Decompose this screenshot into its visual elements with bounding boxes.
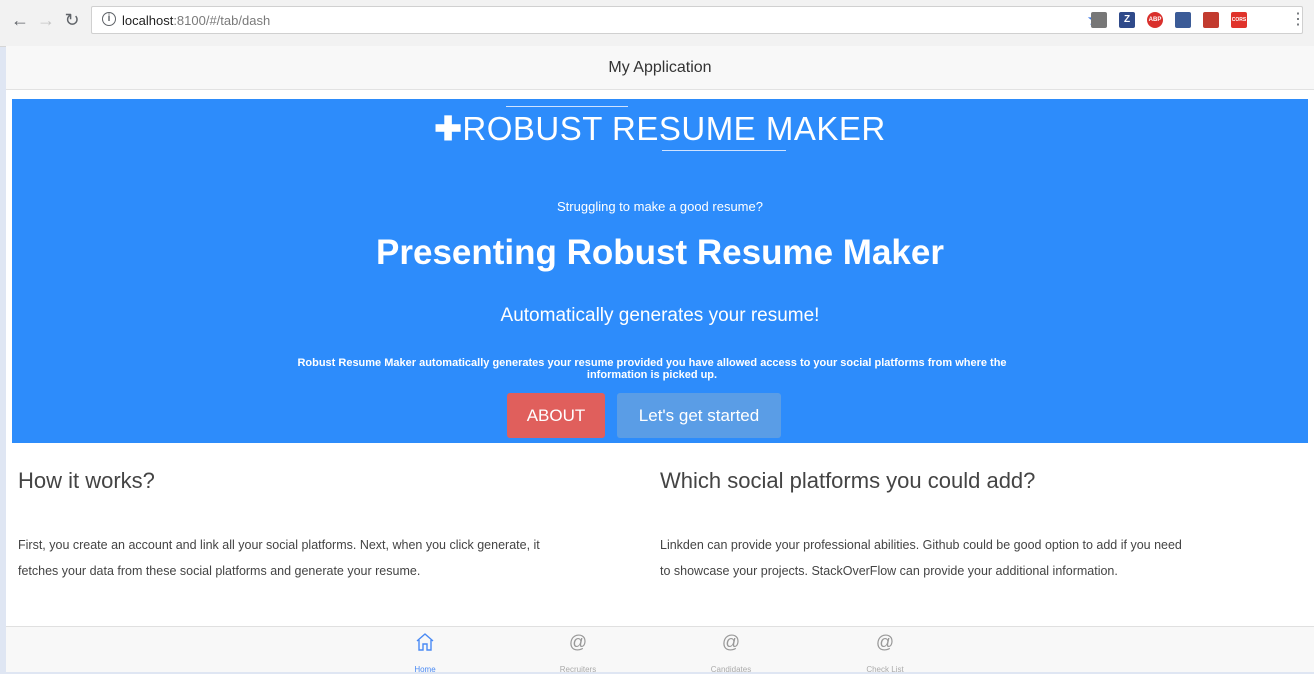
- back-arrow-icon[interactable]: ←: [10, 10, 30, 30]
- browser-toolbar: ← → ↻ i localhost:8100/#/tab/dash ★ Z AB…: [0, 0, 1314, 47]
- url-text: localhost:8100/#/tab/dash: [122, 13, 270, 28]
- section-line: fetches your data from these social plat…: [18, 564, 421, 578]
- at-sign-icon: @: [721, 632, 741, 652]
- get-started-button[interactable]: Let's get started: [617, 393, 781, 438]
- section-text: First, you create an account and link al…: [18, 532, 540, 584]
- info-icon[interactable]: i: [102, 12, 116, 26]
- brand-title: ✚ROBUST RESUME MAKER: [12, 109, 1308, 149]
- app-header: My Application: [6, 46, 1314, 90]
- url-host: localhost: [122, 13, 174, 28]
- zotero-icon[interactable]: Z: [1119, 12, 1135, 28]
- section-line: Linkden can provide your professional ab…: [660, 538, 1182, 552]
- tagline: Struggling to make a good resume?: [557, 199, 763, 214]
- plus-icon: ✚: [434, 110, 463, 147]
- tab-label: Check List: [866, 665, 904, 674]
- menu-dots-icon[interactable]: ⋮: [1288, 10, 1308, 30]
- brand-text: ROBUST RESUME MAKER: [462, 110, 886, 147]
- pocket-icon[interactable]: [1091, 12, 1107, 28]
- hero-banner: ✚ROBUST RESUME MAKER Struggling to make …: [12, 99, 1308, 443]
- url-path: :8100/#/tab/dash: [173, 13, 271, 28]
- at-sign-icon: @: [875, 632, 895, 652]
- hero-description: Robust Resume Maker automatically genera…: [297, 357, 1007, 381]
- section-title: Which social platforms you could add?: [660, 468, 1036, 493]
- subheadline: Automatically generates your resume!: [500, 305, 820, 326]
- tab-label: Home: [414, 665, 436, 674]
- brand-decor-line: [662, 150, 786, 151]
- tab-check-list[interactable]: @ Check List: [835, 631, 935, 674]
- tab-bar: Home @ Recruiters @ Candidates @ Check L…: [6, 626, 1314, 674]
- about-button[interactable]: ABOUT: [507, 393, 605, 438]
- cors-icon[interactable]: CORS: [1231, 12, 1247, 28]
- tab-label: Candidates: [710, 665, 752, 674]
- brand-decor-line: [506, 106, 628, 107]
- tab-home[interactable]: Home: [375, 631, 475, 674]
- section-title: How it works?: [18, 468, 155, 493]
- home-icon: [375, 631, 475, 655]
- section-text: Linkden can provide your professional ab…: [660, 532, 1182, 584]
- tab-label: Recruiters: [559, 665, 597, 674]
- headline: Presenting Robust Resume Maker: [376, 233, 944, 272]
- app-window: My Application ✚ROBUST RESUME MAKER Stru…: [6, 46, 1314, 674]
- section-line: to showcase your projects. StackOverFlow…: [660, 564, 1118, 578]
- tab-candidates[interactable]: @ Candidates: [681, 631, 781, 674]
- reload-icon[interactable]: ↻: [62, 10, 82, 30]
- at-sign-icon: @: [568, 632, 588, 652]
- abp-icon[interactable]: ABP: [1147, 12, 1163, 28]
- section-line: First, you create an account and link al…: [18, 538, 540, 552]
- tab-recruiters[interactable]: @ Recruiters: [528, 631, 628, 674]
- forward-arrow-icon[interactable]: →: [36, 10, 56, 30]
- people-icon[interactable]: [1175, 12, 1191, 28]
- bookmark-red-icon[interactable]: [1203, 12, 1219, 28]
